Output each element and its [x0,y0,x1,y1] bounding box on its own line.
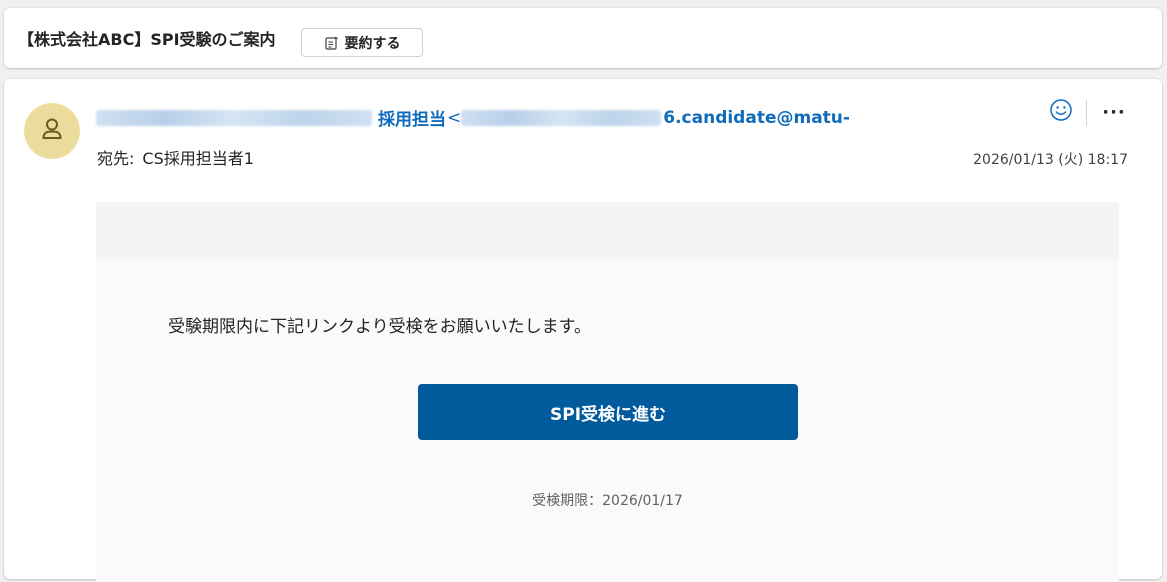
body-instruction: 受験期限内に下記リンクより受検をお願いいたします。 [168,317,591,337]
spi-start-button[interactable]: SPI受検に進む [418,384,798,440]
summarize-button[interactable]: 要約する [301,28,423,57]
sender-avatar[interactable] [24,103,80,159]
message-body: 受験期限内に下記リンクより受検をお願いいたします。 SPI受検に進む 受検期限：… [96,202,1119,582]
cta-label: SPI受検に進む [549,404,667,425]
subject-header: 【株式会社ABC】SPI受験のご案内 要約する [4,8,1162,68]
redacted-email-part [461,109,662,126]
more-icon: ··· [1102,101,1126,123]
recipient-line: 宛先: CS採用担当者1 [97,145,254,169]
summarize-icon [324,35,340,51]
exam-deadline: 受検期限：2026/01/17 [532,493,683,509]
sent-date: 2026/01/13 (火) 18:17 [973,152,1128,168]
email-subject: 【株式会社ABC】SPI受験のご案内 [18,30,276,49]
body-header-banner [96,202,1119,259]
to-recipient[interactable]: CS採用担当者1 [142,149,254,168]
sender-line[interactable]: 採用担当 < 6.candidate@matu- [96,105,850,130]
message-card: 採用担当 < 6.candidate@matu- ··· 宛先: CS採用担当者1… [4,79,1162,582]
sender-bracket: < [447,107,462,128]
smiley-icon [1049,98,1073,126]
sender-email: 6.candidate@matu- [663,107,850,128]
redacted-sender-name [96,109,372,126]
to-label: 宛先: [97,149,135,168]
toolbar-divider [1086,100,1087,126]
person-icon [39,116,65,146]
sender-role: 採用担当 [378,110,446,130]
more-actions-button[interactable]: ··· [1100,101,1128,123]
reaction-button[interactable] [1048,99,1074,125]
summarize-label: 要約する [344,35,401,52]
